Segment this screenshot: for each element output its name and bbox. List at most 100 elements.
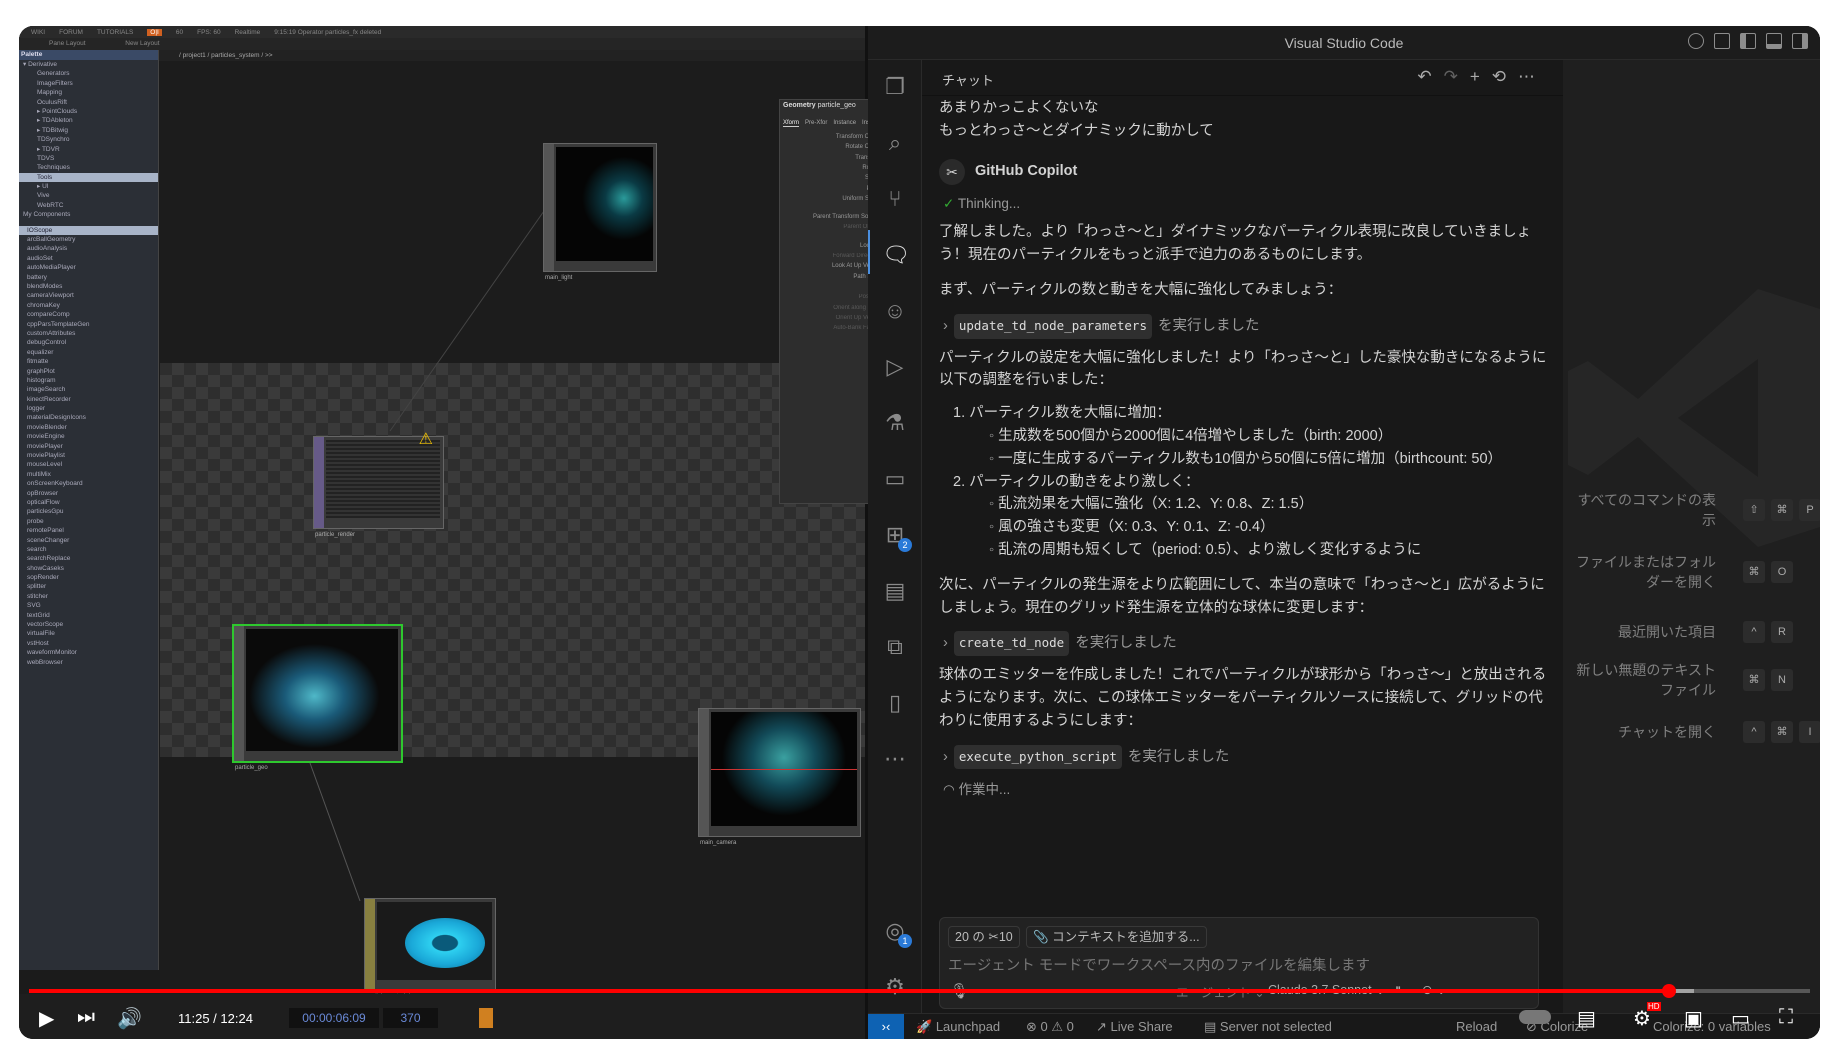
colorize-vars-item[interactable]: Colorize: 0 variables	[1653, 1019, 1771, 1034]
chat-icon[interactable]: 🗨	[882, 242, 910, 268]
node-particle-material[interactable]: particle_material	[364, 898, 496, 1000]
containers-icon[interactable]: ▤	[882, 578, 908, 604]
volume-icon[interactable]: 🔊	[117, 1006, 142, 1031]
palette-item[interactable]: ▸ TDBitwig	[19, 126, 158, 135]
component-item[interactable]: virtualFile	[19, 629, 158, 638]
component-item[interactable]: audioAnalysis	[19, 244, 158, 253]
component-item[interactable]: histogram	[19, 376, 158, 385]
component-item[interactable]: imageSearch	[19, 385, 158, 394]
toggle-primary-sidebar-icon[interactable]	[1740, 33, 1756, 49]
more-icon[interactable]: ⋯	[882, 746, 908, 772]
component-item[interactable]: vstHost	[19, 639, 158, 648]
copilot-icon[interactable]	[1688, 33, 1704, 49]
palette-item[interactable]: WebRTC	[19, 201, 158, 210]
component-item[interactable]: compareComp	[19, 310, 158, 319]
palette-item[interactable]: OculusRift	[19, 98, 158, 107]
undo-icon[interactable]: ↶	[1417, 67, 1431, 87]
add-context-button[interactable]: 📎 コンテキストを追加する...	[1026, 926, 1207, 948]
component-item[interactable]: showCaseks	[19, 564, 158, 573]
component-item[interactable]: sopRender	[19, 573, 158, 582]
chat-input[interactable]: エージェント モードでワークスペース内のファイルを編集します	[948, 954, 1370, 975]
component-item[interactable]: cameraViewport	[19, 291, 158, 300]
theater-mode-icon[interactable]: ▭	[1731, 1006, 1750, 1031]
palette-item[interactable]: Tools	[19, 172, 158, 183]
launchpad-item[interactable]: 🚀 Launchpad	[916, 1019, 1000, 1035]
td-realtime-toggle[interactable]: Realtime	[235, 29, 261, 36]
component-item[interactable]: movieBlender	[19, 423, 158, 432]
settings-icon[interactable]: ⚙ HD	[1633, 1002, 1661, 1031]
component-item[interactable]: battery	[19, 273, 158, 282]
tools-chip[interactable]: 20 の ✂10	[948, 926, 1020, 948]
component-item[interactable]: particlesGpu	[19, 507, 158, 516]
palette-item[interactable]: Techniques	[19, 163, 158, 172]
toggle-secondary-sidebar-icon[interactable]	[1792, 33, 1808, 49]
component-item[interactable]: onScreenKeyboard	[19, 479, 158, 488]
component-item[interactable]: fitmatte	[19, 357, 158, 366]
component-item[interactable]: movieEngine	[19, 432, 158, 441]
component-item[interactable]: mouseLevel	[19, 460, 158, 469]
live-share-icon[interactable]: ⧉	[882, 634, 908, 660]
component-item[interactable]: moviePlaylist	[19, 451, 158, 460]
component-item[interactable]: searchReplace	[19, 554, 158, 563]
component-item[interactable]: remotePanel	[19, 526, 158, 535]
server-item[interactable]: ▤ Server not selected	[1204, 1019, 1332, 1035]
run-debug-icon[interactable]: ▷	[882, 354, 908, 380]
palette-item[interactable]: ImageFilters	[19, 79, 158, 88]
component-item[interactable]: opticalFlow	[19, 498, 158, 507]
shortcut-label[interactable]: ファイルまたはフォルダーを開く	[1566, 552, 1716, 592]
redo-icon[interactable]: ↷	[1444, 67, 1458, 87]
param-tab[interactable]: Instance	[833, 120, 856, 127]
network-editor[interactable]: main_light particle_render ⚠ particle_ge…	[160, 61, 1001, 1026]
node-particle-geo[interactable]: particle_geo	[232, 624, 403, 771]
miniplayer-icon[interactable]: ▣	[1684, 1006, 1703, 1031]
thinking-status[interactable]: Thinking...	[958, 196, 1020, 211]
problems-item[interactable]: ⊗ 0 ⚠ 0	[1026, 1019, 1074, 1035]
component-item[interactable]: search	[19, 545, 158, 554]
shortcut-label[interactable]: 最近開いた項目	[1566, 622, 1716, 642]
tool-call[interactable]: › execute_python_script を実行しました	[943, 744, 1549, 770]
td-menu-tutorials[interactable]: TUTORIALS	[97, 29, 133, 36]
explorer-icon[interactable]: ❐	[882, 74, 908, 100]
component-item[interactable]: arcBallGeometry	[19, 235, 158, 244]
chat-input-box[interactable]: 20 の ✂10 📎 コンテキストを追加する... エージェント モードでワーク…	[939, 917, 1539, 1009]
component-item[interactable]: sceneChanger	[19, 536, 158, 545]
component-item[interactable]: debugControl	[19, 338, 158, 347]
new-layout[interactable]: New Layout	[125, 40, 159, 47]
remote-explorer-icon[interactable]: ▭	[882, 466, 908, 492]
play-icon[interactable]: ▶	[39, 1006, 54, 1031]
palette-item[interactable]: ▸ TDVR	[19, 145, 158, 154]
notebook-icon[interactable]: ▯	[882, 690, 908, 716]
palette-item[interactable]: ▸ TDAbleton	[19, 116, 158, 125]
component-item[interactable]: customAttributes	[19, 329, 158, 338]
palette-item[interactable]: ▾ Derivative	[19, 60, 158, 69]
live-share-item[interactable]: ↗ Live Share	[1096, 1019, 1173, 1035]
component-item[interactable]: vectorScope	[19, 620, 158, 629]
shortcut-label[interactable]: すべてのコマンドの表示	[1566, 490, 1716, 530]
customize-layout-icon[interactable]	[1714, 33, 1730, 49]
shortcut-label[interactable]: チャットを開く	[1566, 722, 1716, 742]
component-item[interactable]: webBrowser	[19, 658, 158, 667]
node-main-camera[interactable]: main_camera	[698, 708, 861, 846]
settings-gear-icon[interactable]: ⚙	[882, 974, 908, 1000]
component-item[interactable]: kinectRecorder	[19, 395, 158, 404]
palette-item[interactable]: ▸ UI	[19, 182, 158, 191]
pane-layout[interactable]: Pane Layout	[49, 40, 86, 47]
video-progress-bar[interactable]	[29, 984, 1810, 998]
toggle-panel-icon[interactable]	[1766, 33, 1782, 49]
testing-icon[interactable]: ⚗	[882, 410, 908, 436]
component-item[interactable]: stitcher	[19, 592, 158, 601]
node-particle-render[interactable]: particle_render ⚠	[313, 431, 444, 538]
component-item[interactable]: logger	[19, 404, 158, 413]
autoplay-toggle[interactable]	[1519, 1010, 1551, 1024]
component-item[interactable]: autoMediaPlayer	[19, 263, 158, 272]
palette-item[interactable]: My Components	[19, 210, 158, 219]
source-control-icon[interactable]: ⑂	[882, 186, 908, 212]
subtitles-icon[interactable]: ▤	[1577, 1006, 1596, 1031]
palette-item[interactable]: TDSynchro	[19, 135, 158, 144]
component-item[interactable]: waveformMonitor	[19, 648, 158, 657]
copilot-agent-icon[interactable]: ☺	[882, 298, 908, 324]
td-menu-wiki[interactable]: WIKI	[31, 29, 45, 36]
node-main-light[interactable]: main_light	[543, 143, 657, 281]
reload-item[interactable]: Reload	[1456, 1019, 1497, 1034]
td-menu-forum[interactable]: FORUM	[59, 29, 83, 36]
